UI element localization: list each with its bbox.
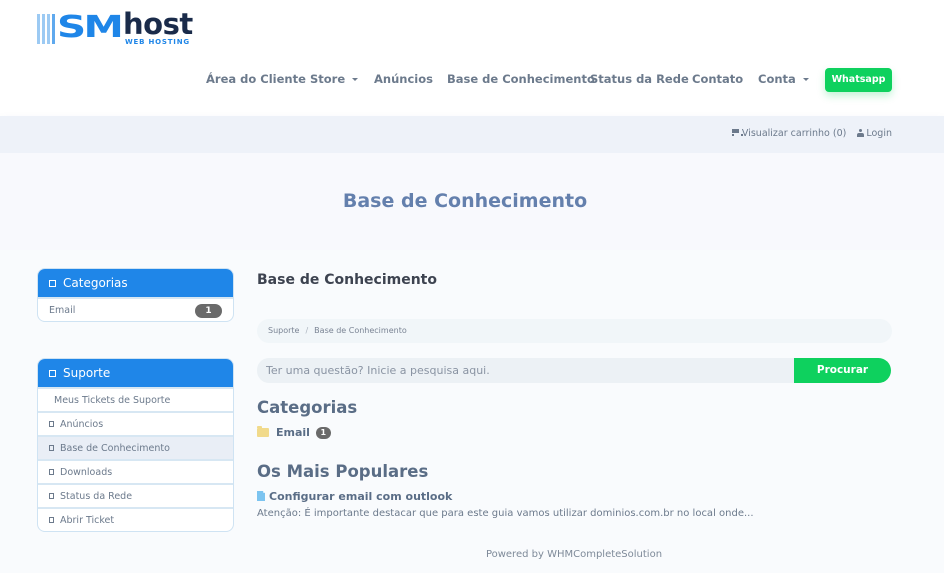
announcement-icon xyxy=(49,421,54,427)
article-excerpt: Atenção: É importante destacar que para … xyxy=(257,508,754,519)
popular-heading: Os Mais Populares xyxy=(257,462,429,481)
document-icon xyxy=(257,491,265,501)
top-utility-bar: Visualizar carrinho (0) Login xyxy=(0,116,944,153)
nav-label: Conta xyxy=(758,72,796,86)
sidebar-item-label: Base de Conhecimento xyxy=(60,443,170,454)
folder-icon xyxy=(257,426,269,437)
logo-tagline: WEB HOSTING xyxy=(125,38,190,46)
cart-label: Visualizar carrinho (0) xyxy=(741,128,847,139)
caret-down-icon xyxy=(352,78,359,81)
nav-label: Área do Cliente xyxy=(206,72,306,86)
sidebar-category-email[interactable]: Email 1 xyxy=(38,297,233,321)
nav-label: Anúncios xyxy=(374,72,433,86)
caret-down-icon xyxy=(802,78,809,81)
count-badge: 1 xyxy=(195,304,222,318)
sidebar-item-downloads[interactable]: Downloads xyxy=(38,459,233,483)
knowledgebase-icon xyxy=(49,445,54,451)
main-title: Base de Conhecimento xyxy=(257,272,437,288)
whatsapp-button[interactable]: Whatsapp xyxy=(825,68,892,92)
nav-item-contato[interactable]: Contato xyxy=(692,72,743,86)
sidebar-item-label: Downloads xyxy=(60,467,113,478)
categories-heading: Categorias xyxy=(257,398,358,417)
breadcrumb-item-current: Base de Conhecimento xyxy=(314,326,407,335)
support-panel-header: Suporte xyxy=(38,359,233,387)
categories-icon xyxy=(49,280,56,287)
sidebar-item-label: Status da Rede xyxy=(60,491,133,502)
logo-mark: SM xyxy=(57,10,124,45)
sidebar-item-abrir-ticket[interactable]: Abrir Ticket xyxy=(38,507,233,531)
ticket-icon xyxy=(49,517,54,523)
view-cart-link[interactable]: Visualizar carrinho (0) xyxy=(731,128,846,139)
footer-powered-by[interactable]: Powered by WHMCompleteSolution xyxy=(0,549,944,560)
nav-item-conta[interactable]: Conta xyxy=(758,72,809,86)
sidebar-item-meus-tickets[interactable]: Meus Tickets de Suporte xyxy=(38,387,233,411)
site-logo[interactable]: SM host WEB HOSTING xyxy=(37,8,193,48)
site-header: SM host WEB HOSTING Área do Cliente Stor… xyxy=(0,0,944,116)
nav-label: Base de Conhecimento xyxy=(447,72,595,86)
panel-title: Suporte xyxy=(63,366,111,380)
nav-item-base-de-conhecimento[interactable]: Base de Conhecimento xyxy=(447,72,595,86)
category-label: Email xyxy=(49,305,76,316)
login-link[interactable]: Login xyxy=(857,128,892,139)
categories-panel-header: Categorias xyxy=(38,269,233,297)
main-nav: Área do Cliente Store Anúncios Base de C… xyxy=(0,72,944,90)
page-title: Base de Conhecimento xyxy=(342,190,588,212)
nav-item-area-do-cliente[interactable]: Área do Cliente xyxy=(206,72,306,86)
category-link-email[interactable]: Email 1 xyxy=(257,426,331,439)
breadcrumb-item-suporte[interactable]: Suporte xyxy=(268,326,299,335)
network-status-icon xyxy=(49,493,54,499)
nav-label: Store xyxy=(310,72,346,86)
search-button[interactable]: Procurar xyxy=(794,358,891,383)
nav-item-anuncios[interactable]: Anúncios xyxy=(374,72,433,86)
categories-panel: Categorias Email 1 xyxy=(37,268,234,322)
support-icon xyxy=(49,370,56,377)
nav-item-store[interactable]: Store xyxy=(310,72,359,86)
cart-icon xyxy=(731,129,743,136)
breadcrumb-separator: / xyxy=(305,326,309,335)
login-label: Login xyxy=(866,128,892,139)
kb-search-input[interactable] xyxy=(257,358,795,383)
nav-label: Contato xyxy=(692,72,744,86)
user-icon xyxy=(857,129,865,137)
sidebar-item-base-de-conhecimento[interactable]: Base de Conhecimento xyxy=(38,435,233,459)
count-badge: 1 xyxy=(315,427,331,439)
download-icon xyxy=(49,469,54,475)
article-link[interactable]: Configurar email com outlook xyxy=(257,490,452,503)
sidebar-item-label: Abrir Ticket xyxy=(60,515,115,526)
support-panel: Suporte Meus Tickets de Suporte Anúncios… xyxy=(37,358,234,532)
logo-name: host xyxy=(123,7,193,41)
sidebar-item-label: Anúncios xyxy=(60,419,104,430)
breadcrumb: Suporte / Base de Conhecimento xyxy=(257,319,892,343)
nav-label: Status da Rede xyxy=(590,72,689,86)
sidebar-item-status-da-rede[interactable]: Status da Rede xyxy=(38,483,233,507)
article-title: Configurar email com outlook xyxy=(269,490,453,503)
nav-item-status-da-rede[interactable]: Status da Rede xyxy=(590,72,689,86)
category-label: Email xyxy=(276,426,310,439)
sidebar-item-label: Meus Tickets de Suporte xyxy=(54,395,171,406)
sidebar-item-anuncios[interactable]: Anúncios xyxy=(38,411,233,435)
panel-title: Categorias xyxy=(63,276,128,290)
